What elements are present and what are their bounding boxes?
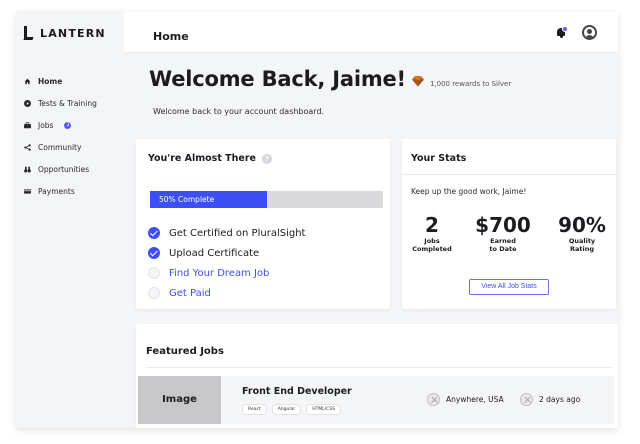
job-listing-row[interactable]: Image Front End Developer React Angular … — [138, 376, 614, 424]
time-placeholder-icon — [520, 393, 533, 406]
help-icon[interactable]: ? — [262, 153, 272, 164]
brand-name: LANTERN — [40, 26, 106, 40]
task-label: Get Certified on PluralSight — [169, 227, 306, 239]
welcome-subtitle: Welcome back to your account dashboard. — [153, 107, 325, 116]
brand[interactable]: LANTERN — [24, 26, 106, 40]
sidebar-nav: Home Tests & Training Jobs 3 Community O… — [24, 70, 120, 202]
job-location-text: Anywhere, USA — [446, 395, 504, 404]
job-location: Anywhere, USA — [427, 393, 504, 406]
onboarding-title: You're Almost There ? — [148, 153, 272, 164]
jobs-count-badge: 3 — [64, 121, 72, 129]
sidebar: LANTERN Home Tests & Training Jobs 3 Com… — [16, 12, 124, 428]
stat-value: 90% — [558, 213, 606, 237]
onboarding-card: You're Almost There ? 50% Complete Get C… — [136, 139, 390, 309]
check-circle-icon — [148, 247, 160, 259]
rewards-status: 1,000 rewards to Silver — [429, 80, 512, 88]
onboarding-task-list: Get Certified on PluralSight Upload Cert… — [148, 223, 305, 303]
notification-dot — [562, 26, 568, 32]
sidebar-item-jobs[interactable]: Jobs 3 — [24, 114, 120, 136]
share-icon — [24, 143, 31, 151]
sidebar-item-home[interactable]: Home — [24, 70, 120, 92]
stat-value: $700 — [475, 213, 531, 237]
sidebar-item-tests-training[interactable]: Tests & Training — [24, 92, 120, 114]
empty-circle-icon — [148, 287, 160, 299]
divider — [146, 367, 612, 368]
stat-label-line2: Rating — [569, 245, 594, 253]
job-title[interactable]: Front End Developer — [242, 386, 352, 397]
sidebar-item-community[interactable]: Community — [24, 136, 120, 158]
home-icon — [24, 78, 31, 85]
task-link[interactable]: Get Paid — [169, 288, 211, 299]
sidebar-item-label: Jobs — [38, 120, 54, 130]
view-all-job-stats-button[interactable]: View All Job Stats — [469, 279, 549, 295]
stats-subtitle: Keep up the good work, Jaime! — [411, 187, 527, 196]
empty-circle-icon — [148, 267, 160, 279]
welcome-title: Welcome Back, Jaime! — [149, 67, 406, 91]
job-tag: Angular — [271, 404, 302, 415]
sidebar-item-label: Home — [38, 76, 63, 86]
sidebar-item-payments[interactable]: Payments — [24, 180, 120, 202]
featured-jobs-title: Featured Jobs — [146, 346, 224, 357]
task-find-dream-job[interactable]: Find Your Dream Job — [148, 263, 305, 283]
app-window: LANTERN Home Tests & Training Jobs 3 Com… — [16, 12, 618, 428]
job-tags: React Angular HTML/CSS — [242, 404, 342, 415]
task-label: Upload Certificate — [169, 247, 260, 259]
job-posted: 2 days ago — [520, 393, 580, 406]
briefcase-icon — [24, 121, 31, 129]
stat-jobs-completed: 2 Jobs Completed — [408, 213, 456, 253]
job-tag: HTML/CSS — [306, 404, 342, 415]
stat-label-line2: Completed — [412, 245, 452, 253]
gem-icon — [411, 75, 424, 87]
stat-label-line1: Quality — [568, 237, 596, 245]
dashboard-content: Welcome Back, Jaime! 1,000 rewards to Si… — [124, 53, 618, 428]
task-link[interactable]: Find Your Dream Job — [169, 268, 269, 279]
featured-jobs-card: Featured Jobs Image Front End Developer … — [136, 324, 618, 428]
job-posted-text: 2 days ago — [539, 395, 581, 404]
main-area: Home Welcome Back, Jaime! 1,000 rewards … — [124, 12, 618, 428]
page-title: Home — [153, 30, 189, 43]
welcome-header: Welcome Back, Jaime! 1,000 rewards to Si… — [149, 67, 511, 91]
location-placeholder-icon — [427, 393, 440, 406]
stat-label-line1: Earned — [490, 237, 516, 245]
onboarding-title-text: You're Almost There — [148, 153, 256, 164]
progress-label: 50% Complete — [159, 195, 215, 204]
check-circle-icon — [148, 227, 160, 239]
divider — [402, 174, 616, 175]
sidebar-item-label: Tests & Training — [38, 98, 97, 108]
lantern-logo-icon — [24, 26, 34, 40]
sidebar-item-label: Payments — [38, 186, 75, 196]
task-get-paid[interactable]: Get Paid — [148, 283, 305, 303]
onboarding-progress-bar: 50% Complete — [150, 191, 383, 208]
stat-earned-to-date: $700 Earned to Date — [472, 213, 534, 253]
stats-title: Your Stats — [411, 153, 467, 164]
notifications-bell-icon[interactable] — [556, 26, 568, 38]
sidebar-item-label: Community — [38, 142, 82, 152]
stat-label-line2: to Date — [489, 245, 517, 253]
play-circle-icon — [24, 99, 31, 107]
task-upload-certificate[interactable]: Upload Certificate — [148, 243, 305, 263]
sidebar-item-label: Opportunities — [38, 164, 90, 174]
stat-label-line1: Jobs — [424, 237, 440, 245]
sidebar-item-opportunities[interactable]: Opportunities — [24, 158, 120, 180]
task-get-certified[interactable]: Get Certified on PluralSight — [148, 223, 305, 243]
job-tag: React — [242, 404, 267, 415]
job-image-placeholder: Image — [138, 376, 221, 424]
user-avatar-icon[interactable] — [582, 25, 597, 40]
top-bar: Home — [124, 12, 618, 53]
credit-card-icon — [24, 188, 31, 195]
binoculars-icon — [24, 166, 31, 173]
stat-quality-rating: 90% Quality Rating — [552, 213, 612, 253]
stat-value: 2 — [425, 213, 439, 237]
stats-card: Your Stats Keep up the good work, Jaime!… — [402, 139, 616, 309]
